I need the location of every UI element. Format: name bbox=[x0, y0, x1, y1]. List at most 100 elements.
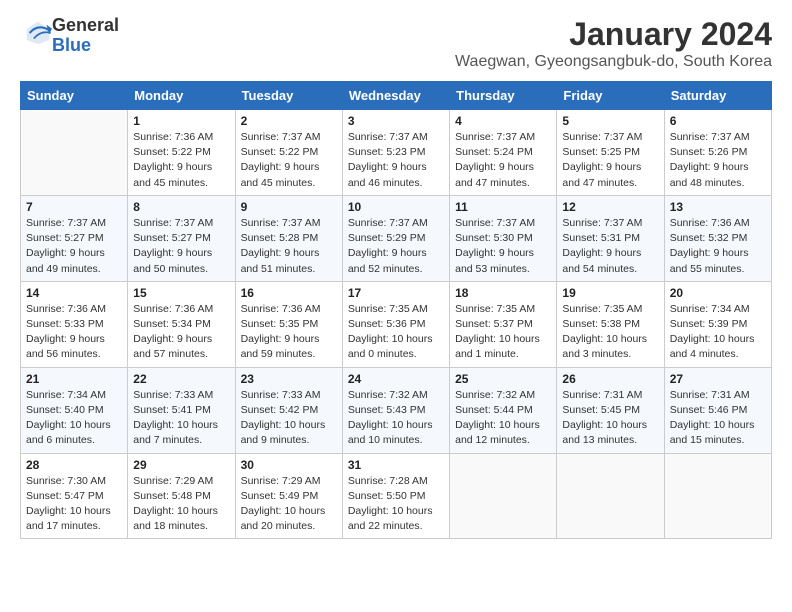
calendar-cell: 29 Sunrise: 7:29 AM Sunset: 5:48 PM Dayli… bbox=[128, 453, 235, 539]
day-info: Sunrise: 7:36 AM Sunset: 5:35 PM Dayligh… bbox=[241, 302, 337, 363]
day-number: 20 bbox=[670, 286, 766, 300]
column-header-friday: Friday bbox=[557, 82, 664, 110]
day-number: 6 bbox=[670, 114, 766, 128]
calendar-week-2: 7 Sunrise: 7:37 AM Sunset: 5:27 PM Daylig… bbox=[21, 195, 772, 281]
calendar-cell: 31 Sunrise: 7:28 AM Sunset: 5:50 PM Dayli… bbox=[342, 453, 449, 539]
location-title: Waegwan, Gyeongsangbuk-do, South Korea bbox=[455, 53, 772, 71]
day-info: Sunrise: 7:29 AM Sunset: 5:49 PM Dayligh… bbox=[241, 474, 337, 535]
day-number: 18 bbox=[455, 286, 551, 300]
day-info: Sunrise: 7:34 AM Sunset: 5:40 PM Dayligh… bbox=[26, 388, 122, 449]
day-number: 14 bbox=[26, 286, 122, 300]
calendar-cell: 11 Sunrise: 7:37 AM Sunset: 5:30 PM Dayli… bbox=[450, 195, 557, 281]
calendar-cell: 15Sunrise: 7:36 AM Sunset: 5:34 PM Dayli… bbox=[128, 281, 235, 367]
day-info: Sunrise: 7:30 AM Sunset: 5:47 PM Dayligh… bbox=[26, 474, 122, 535]
day-number: 12 bbox=[562, 200, 658, 214]
day-info: Sunrise: 7:37 AM Sunset: 5:31 PM Dayligh… bbox=[562, 216, 658, 277]
day-info: Sunrise: 7:37 AM Sunset: 5:29 PM Dayligh… bbox=[348, 216, 444, 277]
calendar-week-4: 21 Sunrise: 7:34 AM Sunset: 5:40 PM Dayli… bbox=[21, 367, 772, 453]
logo-icon bbox=[24, 19, 52, 47]
day-info: Sunrise: 7:33 AM Sunset: 5:41 PM Dayligh… bbox=[133, 388, 229, 449]
day-number: 26 bbox=[562, 372, 658, 386]
calendar-cell: 7 Sunrise: 7:37 AM Sunset: 5:27 PM Daylig… bbox=[21, 195, 128, 281]
calendar-cell: 5Sunrise: 7:37 AM Sunset: 5:25 PM Daylig… bbox=[557, 110, 664, 196]
day-number: 23 bbox=[241, 372, 337, 386]
day-info: Sunrise: 7:32 AM Sunset: 5:43 PM Dayligh… bbox=[348, 388, 444, 449]
title-area: January 2024 Waegwan, Gyeongsangbuk-do, … bbox=[455, 16, 772, 71]
day-number: 10 bbox=[348, 200, 444, 214]
day-number: 7 bbox=[26, 200, 122, 214]
calendar-cell: 14Sunrise: 7:36 AM Sunset: 5:33 PM Dayli… bbox=[21, 281, 128, 367]
day-number: 21 bbox=[26, 372, 122, 386]
calendar-cell: 4 Sunrise: 7:37 AM Sunset: 5:24 PM Daylig… bbox=[450, 110, 557, 196]
calendar-cell: 23 Sunrise: 7:33 AM Sunset: 5:42 PM Dayli… bbox=[235, 367, 342, 453]
day-info: Sunrise: 7:35 AM Sunset: 5:36 PM Dayligh… bbox=[348, 302, 444, 363]
column-header-monday: Monday bbox=[128, 82, 235, 110]
logo-blue-text: Blue bbox=[52, 35, 91, 55]
calendar-cell: 24 Sunrise: 7:32 AM Sunset: 5:43 PM Dayli… bbox=[342, 367, 449, 453]
day-info: Sunrise: 7:37 AM Sunset: 5:27 PM Dayligh… bbox=[26, 216, 122, 277]
calendar-week-3: 14Sunrise: 7:36 AM Sunset: 5:33 PM Dayli… bbox=[21, 281, 772, 367]
calendar-cell: 20 Sunrise: 7:34 AM Sunset: 5:39 PM Dayli… bbox=[664, 281, 771, 367]
column-header-saturday: Saturday bbox=[664, 82, 771, 110]
day-info: Sunrise: 7:32 AM Sunset: 5:44 PM Dayligh… bbox=[455, 388, 551, 449]
logo-general-text: General bbox=[52, 15, 119, 35]
day-info: Sunrise: 7:36 AM Sunset: 5:22 PM Dayligh… bbox=[133, 130, 229, 191]
day-number: 19 bbox=[562, 286, 658, 300]
day-number: 9 bbox=[241, 200, 337, 214]
day-info: Sunrise: 7:36 AM Sunset: 5:32 PM Dayligh… bbox=[670, 216, 766, 277]
day-info: Sunrise: 7:37 AM Sunset: 5:23 PM Dayligh… bbox=[348, 130, 444, 191]
day-number: 28 bbox=[26, 458, 122, 472]
calendar-cell: 2 Sunrise: 7:37 AM Sunset: 5:22 PM Daylig… bbox=[235, 110, 342, 196]
day-info: Sunrise: 7:37 AM Sunset: 5:28 PM Dayligh… bbox=[241, 216, 337, 277]
day-info: Sunrise: 7:37 AM Sunset: 5:22 PM Dayligh… bbox=[241, 130, 337, 191]
day-info: Sunrise: 7:37 AM Sunset: 5:30 PM Dayligh… bbox=[455, 216, 551, 277]
calendar-cell: 26 Sunrise: 7:31 AM Sunset: 5:45 PM Dayli… bbox=[557, 367, 664, 453]
calendar-cell: 27 Sunrise: 7:31 AM Sunset: 5:46 PM Dayli… bbox=[664, 367, 771, 453]
day-number: 1 bbox=[133, 114, 229, 128]
day-info: Sunrise: 7:28 AM Sunset: 5:50 PM Dayligh… bbox=[348, 474, 444, 535]
day-number: 2 bbox=[241, 114, 337, 128]
day-number: 3 bbox=[348, 114, 444, 128]
calendar-cell: 1 Sunrise: 7:36 AM Sunset: 5:22 PM Daylig… bbox=[128, 110, 235, 196]
column-header-wednesday: Wednesday bbox=[342, 82, 449, 110]
calendar-cell: 19 Sunrise: 7:35 AM Sunset: 5:38 PM Dayli… bbox=[557, 281, 664, 367]
day-number: 17 bbox=[348, 286, 444, 300]
day-number: 25 bbox=[455, 372, 551, 386]
calendar-cell: 25 Sunrise: 7:32 AM Sunset: 5:44 PM Dayli… bbox=[450, 367, 557, 453]
calendar-cell bbox=[557, 453, 664, 539]
month-title: January 2024 bbox=[455, 16, 772, 53]
day-info: Sunrise: 7:31 AM Sunset: 5:45 PM Dayligh… bbox=[562, 388, 658, 449]
day-info: Sunrise: 7:29 AM Sunset: 5:48 PM Dayligh… bbox=[133, 474, 229, 535]
calendar-week-1: 1 Sunrise: 7:36 AM Sunset: 5:22 PM Daylig… bbox=[21, 110, 772, 196]
day-number: 13 bbox=[670, 200, 766, 214]
day-info: Sunrise: 7:31 AM Sunset: 5:46 PM Dayligh… bbox=[670, 388, 766, 449]
day-number: 4 bbox=[455, 114, 551, 128]
day-number: 22 bbox=[133, 372, 229, 386]
calendar-cell: 28 Sunrise: 7:30 AM Sunset: 5:47 PM Dayli… bbox=[21, 453, 128, 539]
calendar-cell: 16Sunrise: 7:36 AM Sunset: 5:35 PM Dayli… bbox=[235, 281, 342, 367]
calendar-cell: 30Sunrise: 7:29 AM Sunset: 5:49 PM Dayli… bbox=[235, 453, 342, 539]
calendar-cell: 8Sunrise: 7:37 AM Sunset: 5:27 PM Daylig… bbox=[128, 195, 235, 281]
calendar-cell: 12 Sunrise: 7:37 AM Sunset: 5:31 PM Dayli… bbox=[557, 195, 664, 281]
calendar-cell: 18 Sunrise: 7:35 AM Sunset: 5:37 PM Dayli… bbox=[450, 281, 557, 367]
day-number: 27 bbox=[670, 372, 766, 386]
calendar-header-row: SundayMondayTuesdayWednesdayThursdayFrid… bbox=[21, 82, 772, 110]
calendar-cell bbox=[450, 453, 557, 539]
day-number: 31 bbox=[348, 458, 444, 472]
day-info: Sunrise: 7:35 AM Sunset: 5:38 PM Dayligh… bbox=[562, 302, 658, 363]
day-info: Sunrise: 7:35 AM Sunset: 5:37 PM Dayligh… bbox=[455, 302, 551, 363]
column-header-tuesday: Tuesday bbox=[235, 82, 342, 110]
column-header-thursday: Thursday bbox=[450, 82, 557, 110]
day-info: Sunrise: 7:37 AM Sunset: 5:25 PM Dayligh… bbox=[562, 130, 658, 191]
day-info: Sunrise: 7:37 AM Sunset: 5:24 PM Dayligh… bbox=[455, 130, 551, 191]
day-number: 24 bbox=[348, 372, 444, 386]
calendar-body: 1 Sunrise: 7:36 AM Sunset: 5:22 PM Daylig… bbox=[21, 110, 772, 539]
day-info: Sunrise: 7:34 AM Sunset: 5:39 PM Dayligh… bbox=[670, 302, 766, 363]
day-info: Sunrise: 7:33 AM Sunset: 5:42 PM Dayligh… bbox=[241, 388, 337, 449]
calendar-cell bbox=[21, 110, 128, 196]
day-number: 11 bbox=[455, 200, 551, 214]
calendar-week-5: 28 Sunrise: 7:30 AM Sunset: 5:47 PM Dayli… bbox=[21, 453, 772, 539]
day-info: Sunrise: 7:37 AM Sunset: 5:27 PM Dayligh… bbox=[133, 216, 229, 277]
day-number: 29 bbox=[133, 458, 229, 472]
calendar-table: SundayMondayTuesdayWednesdayThursdayFrid… bbox=[20, 81, 772, 539]
